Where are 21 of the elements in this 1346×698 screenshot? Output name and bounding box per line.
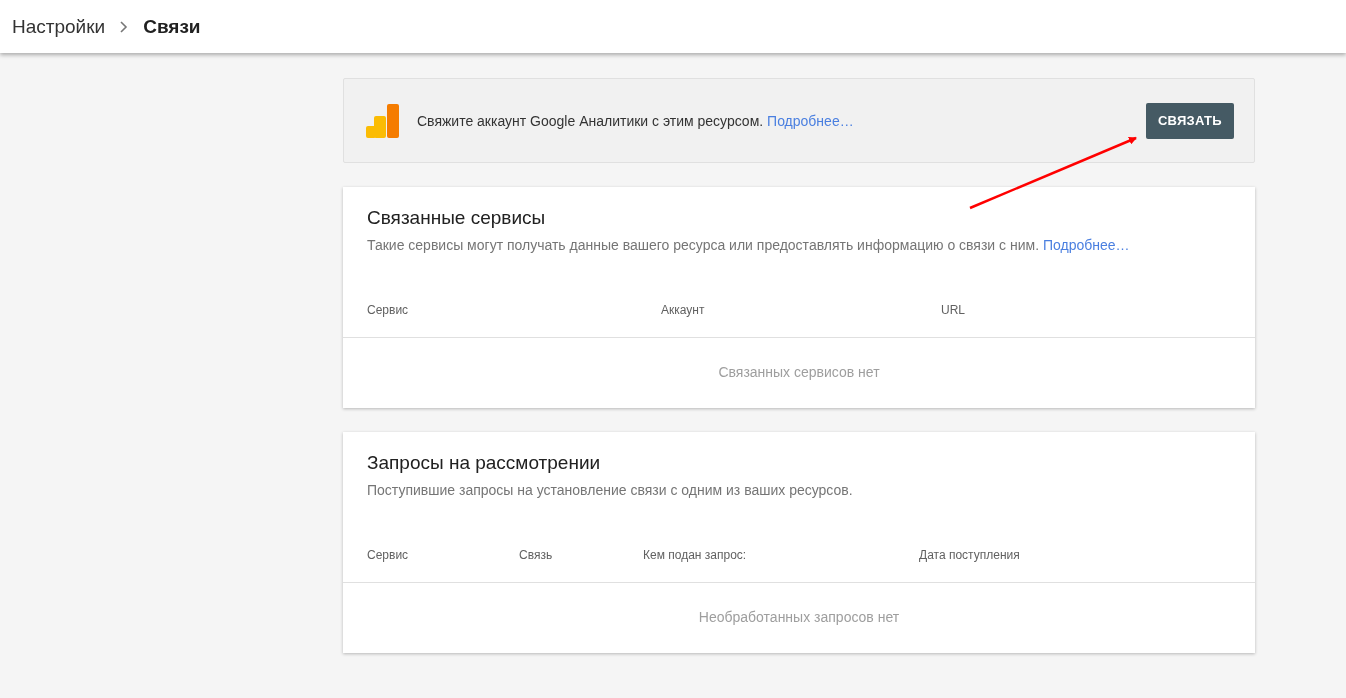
column-header: Дата поступления xyxy=(919,548,1021,564)
chevron-right-icon xyxy=(119,20,130,33)
bar-chart-logo-icon xyxy=(366,103,400,138)
card-description: Поступившие запросы на установление связи с одним из ваших ресурсов. xyxy=(366,481,854,498)
card-description: Такие сервисы могут получать данные вашего ресурса или предоставлять информацию о связи с ним. Подробнее… xyxy=(366,236,1131,253)
empty-message: Связанных сервисов нет xyxy=(717,363,881,382)
column-header: Связь xyxy=(519,548,554,564)
breadcrumb-item[interactable]: Настройки xyxy=(12,15,106,38)
breadcrumb-item: Связи xyxy=(143,15,201,38)
card-title: Запросы на рассмотрении xyxy=(366,451,602,474)
column-header: Сервис xyxy=(367,548,410,564)
column-header: Сервис xyxy=(367,303,410,319)
column-header: URL xyxy=(941,303,966,319)
card-title: Связанные сервисы xyxy=(366,206,547,229)
empty-message: Необработанных запросов нет xyxy=(697,608,901,627)
column-header: Аккаунт xyxy=(661,303,706,319)
banner-text: Свяжите аккаунт Google Аналитики с этим ресурсом. Подробнее… xyxy=(417,112,855,129)
column-header: Кем подан запрос: xyxy=(643,548,748,564)
link-button[interactable]: СВЯЗАТЬ xyxy=(1145,102,1234,139)
learn-more-link[interactable]: Подробнее… xyxy=(1042,237,1130,253)
learn-more-link[interactable]: Подробнее… xyxy=(767,112,854,129)
